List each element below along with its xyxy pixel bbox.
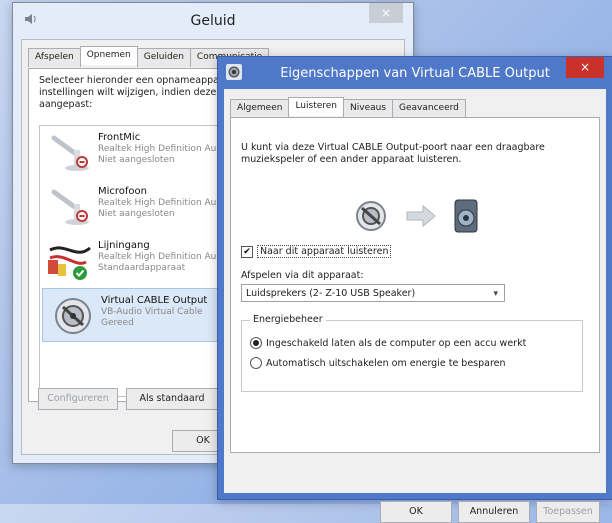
properties-close-button[interactable]: ×: [566, 57, 604, 78]
properties-window-title: Eigenschappen van Virtual CABLE Output: [280, 66, 550, 81]
device-driver: Realtek High Definition Audio: [98, 252, 231, 262]
arrow-right-icon: [406, 204, 436, 228]
device-driver: VB-Audio Virtual Cable: [101, 307, 203, 317]
sound-window-title: Geluid: [190, 13, 236, 29]
tab-opnemen[interactable]: Opnemen: [79, 46, 138, 65]
device-status: Niet aangesloten: [98, 209, 175, 219]
device-driver: Realtek High Definition Audio: [98, 198, 231, 208]
playback-device-label: Afspelen via dit apparaat:: [241, 270, 364, 281]
power-option-stay-on[interactable]: Ingeschakeld laten als de computer op ee…: [250, 337, 526, 349]
listen-checkbox-label: Naar dit apparaat luisteren: [257, 245, 392, 258]
power-option-label: Ingeschakeld laten als de computer op ee…: [266, 337, 527, 349]
tab-geavanceerd[interactable]: Geavanceerd: [392, 99, 466, 118]
device-name: FrontMic: [98, 132, 141, 143]
device-name: Virtual CABLE Output: [101, 295, 208, 306]
power-management-title: Energiebeheer: [250, 314, 326, 325]
listen-panel: U kunt via deze Virtual CABLE Output-poo…: [230, 117, 600, 453]
device-status: Gereed: [101, 318, 134, 328]
speaker-icon: [454, 199, 478, 233]
configure-button[interactable]: Configureren: [38, 388, 118, 410]
chevron-down-icon: ▾: [493, 289, 498, 299]
power-option-label: Automatisch uitschakelen om energie te b…: [266, 357, 506, 369]
device-name: Microfoon: [98, 186, 148, 197]
device-name: Lijningang: [98, 240, 150, 251]
power-management-group: Energiebeheer Ingeschakeld laten als de …: [241, 314, 583, 392]
properties-titlebar[interactable]: Eigenschappen van Virtual CABLE Output ×: [218, 57, 612, 89]
listen-flow-graphic: [351, 196, 491, 236]
props-apply-button[interactable]: Toepassen: [536, 501, 600, 523]
radio-stay-on[interactable]: [250, 337, 262, 349]
playback-device-select[interactable]: Luidsprekers (2- Z-10 USB Speaker) ▾: [241, 284, 505, 302]
properties-window: Eigenschappen van Virtual CABLE Output ×…: [217, 56, 612, 523]
properties-tabs: Algemeen Luisteren Niveaus Geavanceerd: [230, 97, 466, 118]
props-ok-button[interactable]: OK: [380, 501, 452, 523]
listen-checkbox-row[interactable]: ✔ Naar dit apparaat luisteren: [241, 245, 392, 258]
tab-luisteren[interactable]: Luisteren: [288, 97, 345, 116]
playback-device-value: Luidsprekers (2- Z-10 USB Speaker): [246, 288, 416, 299]
listen-checkbox[interactable]: ✔: [241, 245, 253, 258]
virtual-cable-icon: [356, 201, 386, 231]
tab-niveaus[interactable]: Niveaus: [343, 99, 394, 118]
sound-close-button[interactable]: ×: [369, 3, 403, 23]
radio-auto-off[interactable]: [250, 357, 262, 369]
microphone-icon: [46, 186, 94, 228]
device-status: Standaardapparaat: [98, 263, 186, 273]
set-default-button[interactable]: Als standaard: [126, 388, 218, 410]
tab-geluiden[interactable]: Geluiden: [136, 48, 191, 67]
tab-algemeen[interactable]: Algemeen: [230, 99, 290, 118]
tab-afspelen[interactable]: Afspelen: [28, 48, 81, 67]
props-cancel-button[interactable]: Annuleren: [458, 501, 530, 523]
line-in-cable-icon: [46, 240, 94, 282]
device-driver: Realtek High Definition Audio: [98, 144, 231, 154]
power-option-auto-off[interactable]: Automatisch uitschakelen om energie te b…: [250, 357, 506, 369]
listen-intro-text: U kunt via deze Virtual CABLE Output-poo…: [241, 142, 545, 165]
virtual-cable-icon: [49, 295, 97, 337]
properties-body: Algemeen Luisteren Niveaus Geavanceerd U…: [224, 89, 606, 523]
device-status: Niet aangesloten: [98, 155, 175, 165]
microphone-icon: [46, 132, 94, 174]
sound-titlebar[interactable]: Geluid ×: [13, 3, 413, 39]
